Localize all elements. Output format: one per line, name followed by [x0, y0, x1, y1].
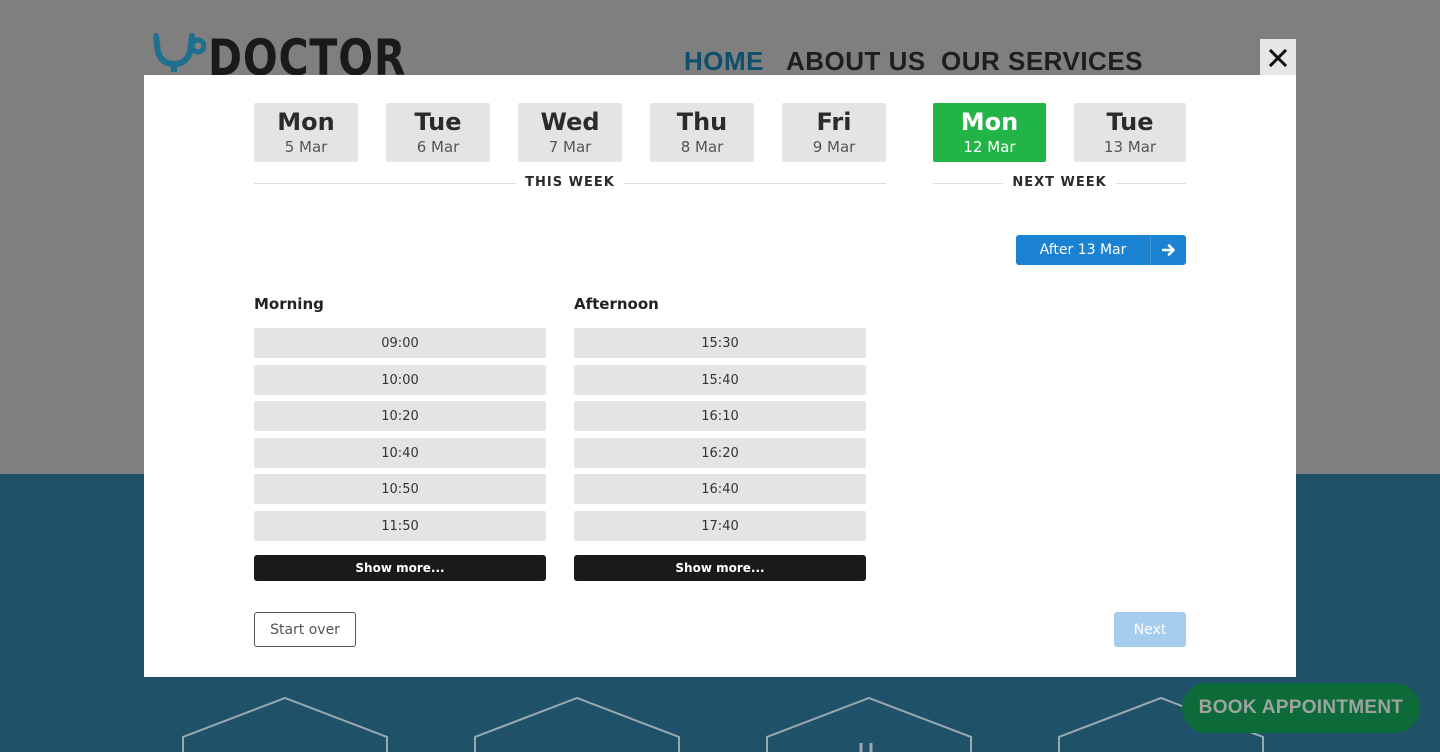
divider: [1116, 183, 1186, 184]
day-name: Tue: [414, 108, 462, 136]
nav-our-services[interactable]: OUR SERVICES: [941, 46, 1143, 77]
day-date: 8 Mar: [680, 138, 724, 156]
day-tab-fri-9[interactable]: Fri 9 Mar: [782, 103, 886, 162]
site-logo[interactable]: DOCTOR: [150, 30, 450, 76]
day-date: 6 Mar: [416, 138, 460, 156]
afternoon-show-more-button[interactable]: Show more...: [574, 555, 866, 581]
time-slot[interactable]: 16:40: [574, 474, 866, 504]
time-slot[interactable]: 10:50: [254, 474, 546, 504]
afternoon-title: Afternoon: [574, 295, 659, 313]
divider: [624, 183, 886, 184]
time-slot[interactable]: 10:40: [254, 438, 546, 468]
day-tab-mon-5[interactable]: Mon 5 Mar: [254, 103, 358, 162]
after-date-button[interactable]: After 13 Mar: [1016, 235, 1186, 265]
day-tab-thu-8[interactable]: Thu 8 Mar: [650, 103, 754, 162]
day-date: 13 Mar: [1103, 138, 1157, 156]
time-slot[interactable]: 16:10: [574, 401, 866, 431]
booking-modal: Mon 5 Mar Tue 6 Mar Wed 7 Mar Thu 8 Mar …: [144, 75, 1296, 677]
morning-title: Morning: [254, 295, 324, 313]
day-tab-tue-13[interactable]: Tue 13 Mar: [1074, 103, 1186, 162]
day-name: Mon: [960, 108, 1019, 136]
hexagon-icon: [766, 697, 972, 752]
day-date: 12 Mar: [963, 138, 1016, 156]
this-week-label: THIS WEEK: [525, 175, 615, 190]
hexagon-icon: [474, 697, 680, 752]
day-name: Fri: [816, 108, 852, 136]
morning-show-more-button[interactable]: Show more...: [254, 555, 546, 581]
divider: [933, 183, 1003, 184]
day-tab-wed-7[interactable]: Wed 7 Mar: [518, 103, 622, 162]
day-name: Mon: [277, 108, 335, 136]
day-name: Wed: [540, 108, 600, 136]
day-date: 9 Mar: [812, 138, 856, 156]
divider: [254, 183, 516, 184]
day-tab-tue-6[interactable]: Tue 6 Mar: [386, 103, 490, 162]
time-slot[interactable]: 11:50: [254, 511, 546, 541]
after-date-label: After 13 Mar: [1039, 242, 1127, 258]
day-tab-mon-12[interactable]: Mon 12 Mar: [933, 103, 1046, 162]
time-slot[interactable]: 17:40: [574, 511, 866, 541]
day-date: 5 Mar: [284, 138, 328, 156]
nav-about-us[interactable]: ABOUT US: [786, 46, 926, 77]
next-week-label: NEXT WEEK: [1012, 175, 1107, 190]
time-slot[interactable]: 10:00: [254, 365, 546, 395]
next-button[interactable]: Next: [1114, 612, 1186, 647]
day-name: Tue: [1106, 108, 1154, 136]
hexagon-icon: [182, 697, 388, 752]
time-slot[interactable]: 15:30: [574, 328, 866, 358]
stethoscope-icon: [153, 33, 206, 72]
close-button[interactable]: [1260, 39, 1296, 77]
start-over-button[interactable]: Start over: [254, 612, 356, 647]
logo-text: DOCTOR: [208, 30, 407, 76]
time-slot[interactable]: 09:00: [254, 328, 546, 358]
day-name: Thu: [676, 108, 728, 136]
time-slot[interactable]: 10:20: [254, 401, 546, 431]
book-appointment-button[interactable]: BOOK APPOINTMENT: [1182, 683, 1420, 733]
nav-home[interactable]: HOME: [684, 46, 764, 77]
day-date: 7 Mar: [548, 138, 592, 156]
arrow-right-icon: [1150, 235, 1186, 265]
time-slot[interactable]: 15:40: [574, 365, 866, 395]
time-slot[interactable]: 16:20: [574, 438, 866, 468]
close-icon: [1268, 48, 1288, 68]
